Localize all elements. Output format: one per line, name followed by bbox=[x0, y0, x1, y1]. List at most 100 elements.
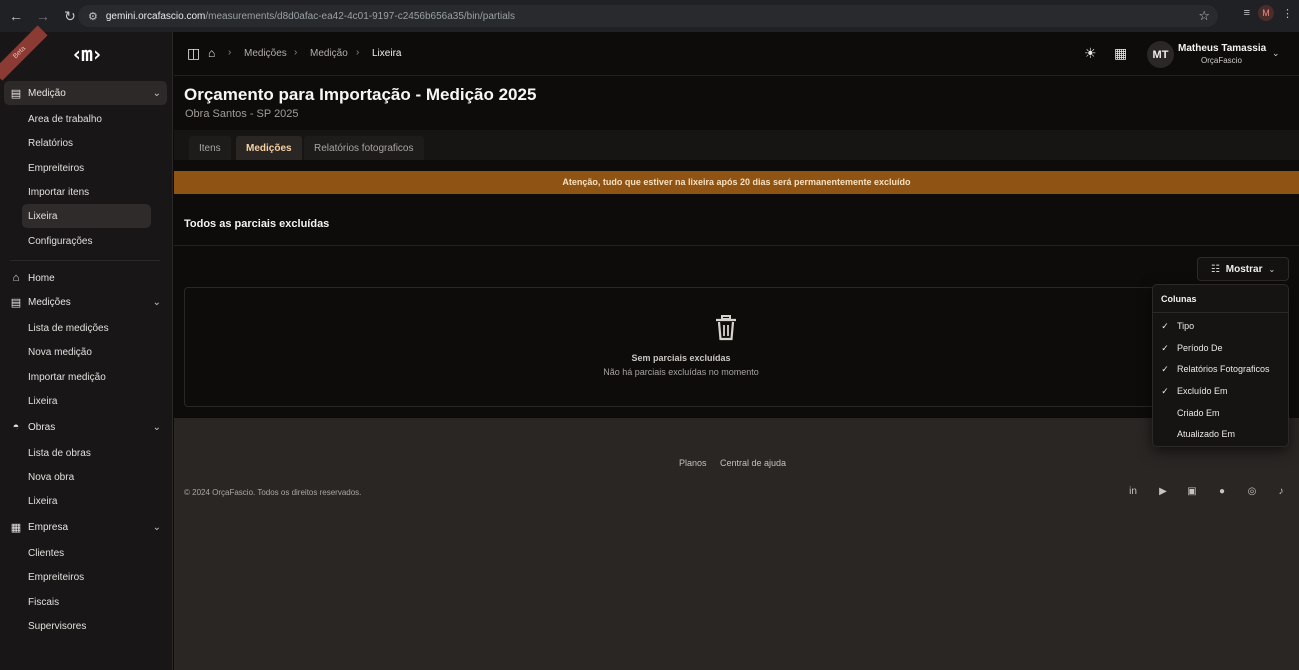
theme-toggle-icon[interactable]: ☀ bbox=[1084, 45, 1097, 62]
columns-dropdown-header: Colunas bbox=[1161, 294, 1197, 304]
footer-link-central-de-ajuda[interactable]: Central de ajuda bbox=[720, 458, 786, 468]
browser-menu-icon[interactable]: ⋮ bbox=[1282, 7, 1293, 20]
document-icon: ▤ bbox=[10, 87, 22, 100]
sidebar-group-medicoes[interactable]: ▤ Medições ⌄ bbox=[4, 290, 167, 314]
sidebar-group-label: Medições bbox=[28, 296, 71, 308]
show-columns-label: Mostrar bbox=[1225, 263, 1263, 275]
document-icon: ▤ bbox=[10, 296, 22, 309]
tab-relatorios-fotograficos[interactable]: Relatórios fotograficos bbox=[304, 136, 424, 160]
media-control-icon[interactable]: ≡ bbox=[1244, 7, 1250, 19]
sidebar-item-clientes[interactable]: Clientes bbox=[22, 541, 151, 565]
profile-avatar[interactable]: M bbox=[1258, 5, 1274, 21]
sidebar-item-nova-obra[interactable]: Nova obra bbox=[22, 465, 151, 489]
sidebar-item-empreiteiros-empresa[interactable]: Empreiteiros bbox=[22, 565, 151, 589]
column-option-excluido-em[interactable]: ✓ Excluído Em bbox=[1153, 381, 1288, 401]
column-option-tipo[interactable]: ✓ Tipo bbox=[1153, 316, 1288, 336]
breadcrumb-lixeira: Lixeira bbox=[372, 48, 402, 59]
bookmark-star-icon[interactable]: ☆ bbox=[1198, 8, 1210, 24]
column-option-periodo-de[interactable]: ✓ Período De bbox=[1153, 338, 1288, 358]
sidebar-item-configuracoes[interactable]: Configurações bbox=[22, 229, 151, 253]
sidebar-item-home[interactable]: ⌂ Home bbox=[4, 266, 167, 290]
column-option-relatorios-fotograficos[interactable]: ✓ Relatórios Fotograficos bbox=[1153, 359, 1288, 379]
breadcrumb-separator-icon: › bbox=[228, 47, 232, 58]
sidebar-item-nova-medicao[interactable]: Nova medição bbox=[22, 340, 151, 364]
sliders-icon: ☷ bbox=[1210, 263, 1220, 275]
user-org: OrçaFascio bbox=[1201, 56, 1242, 65]
chevron-down-icon[interactable]: ⌄ bbox=[1272, 48, 1280, 59]
sidebar: Beta ‹m› ▤ Medição ⌄ Area de trabalho Re… bbox=[0, 25, 173, 670]
warning-banner: Atenção, tudo que estiver na lixeira apó… bbox=[174, 171, 1299, 194]
page-title: Orçamento para Importação - Medição 2025 bbox=[184, 85, 537, 104]
sidebar-divider bbox=[10, 260, 160, 261]
column-option-criado-em[interactable]: Criado Em bbox=[1153, 403, 1288, 423]
url-host: gemini.orcafascio.com bbox=[105, 10, 206, 22]
page-subtitle: Obra Santos - SP 2025 bbox=[185, 108, 299, 120]
show-columns-button[interactable]: ☷ Mostrar ⌄ bbox=[1197, 257, 1289, 281]
sidebar-item-fiscais[interactable]: Fiscais bbox=[22, 590, 151, 614]
empty-state-description: Não há parciais excluídas no momento bbox=[603, 367, 759, 377]
beta-ribbon: Beta bbox=[0, 25, 48, 81]
site-info-icon[interactable]: ⚙ bbox=[88, 10, 98, 23]
sidebar-group-obras[interactable]: ◓ Obras ⌄ bbox=[4, 415, 167, 439]
sidebar-toggle-icon[interactable]: ◫ bbox=[187, 45, 200, 62]
breadcrumb-separator-icon: › bbox=[356, 47, 360, 58]
tab-medicoes[interactable]: Medições bbox=[236, 136, 302, 160]
sidebar-item-lista-de-obras[interactable]: Lista de obras bbox=[22, 441, 151, 465]
sidebar-group-label: Medição bbox=[28, 87, 66, 99]
sidebar-item-lixeira-obras[interactable]: Lixeira bbox=[22, 489, 151, 513]
column-option-label: Período De bbox=[1177, 343, 1223, 353]
footer-link-planos[interactable]: Planos bbox=[679, 458, 707, 468]
app-logo[interactable]: ‹m› bbox=[66, 42, 106, 66]
home-icon: ⌂ bbox=[12, 272, 20, 284]
sidebar-item-supervisores[interactable]: Supervisores bbox=[22, 614, 151, 638]
linkedin-icon[interactable]: in bbox=[1127, 486, 1139, 498]
sidebar-item-lixeira[interactable]: Lixeira bbox=[22, 204, 151, 228]
sidebar-item-lixeira-medicoes[interactable]: Lixeira bbox=[22, 389, 151, 413]
home-breadcrumb-icon[interactable]: ⌂ bbox=[208, 46, 215, 60]
column-option-label: Tipo bbox=[1177, 321, 1195, 331]
user-name[interactable]: Matheus Tamassia bbox=[1178, 43, 1266, 54]
check-icon: ✓ bbox=[1161, 385, 1169, 396]
chevron-down-icon: ⌄ bbox=[152, 421, 161, 433]
forward-icon[interactable]: → bbox=[32, 5, 54, 27]
chevron-down-icon: ⌄ bbox=[152, 521, 161, 533]
copyright-text: © 2024 OrçaFascio. Todos os direitos res… bbox=[184, 488, 362, 497]
browser-actions: ≡ M ⋮ bbox=[1244, 5, 1293, 21]
sidebar-item-area-de-trabalho[interactable]: Area de trabalho bbox=[22, 107, 151, 131]
sidebar-item-importar-itens[interactable]: Importar itens bbox=[22, 180, 151, 204]
column-option-atualizado-em[interactable]: Atualizado Em bbox=[1153, 424, 1288, 444]
sidebar-group-medicao[interactable]: ▤ Medição ⌄ bbox=[4, 81, 167, 105]
check-icon: ✓ bbox=[1161, 342, 1169, 353]
sidebar-item-relatorios[interactable]: Relatórios bbox=[22, 131, 151, 155]
sidebar-group-label: Obras bbox=[28, 421, 56, 433]
back-icon[interactable]: ← bbox=[5, 5, 27, 27]
browser-toolbar: ← → ↻ ⚙ gemini.orcafascio.com/measuremen… bbox=[0, 0, 1299, 32]
sidebar-group-empresa[interactable]: ▦ Empresa ⌄ bbox=[4, 515, 167, 539]
building-icon: ▦ bbox=[10, 521, 22, 534]
chevron-down-icon: ⌄ bbox=[152, 296, 161, 308]
sidebar-item-empreiteiros[interactable]: Empreiteiros bbox=[22, 156, 151, 180]
trash-icon bbox=[716, 315, 736, 341]
check-icon: ✓ bbox=[1161, 320, 1169, 331]
user-avatar[interactable]: MT bbox=[1147, 41, 1174, 68]
check-icon: ✓ bbox=[1161, 363, 1169, 374]
sidebar-item-importar-medicao[interactable]: Importar medição bbox=[22, 365, 151, 389]
url-path: /measurements/d8d0afac-ea42-4c01-9197-c2… bbox=[205, 10, 516, 22]
breadcrumb-medicoes[interactable]: Medições bbox=[244, 48, 287, 59]
breadcrumb-medicao[interactable]: Medição bbox=[310, 48, 348, 59]
dropdown-divider bbox=[1153, 312, 1288, 313]
youtube-icon[interactable]: ▣ bbox=[1186, 486, 1198, 498]
instagram-icon[interactable]: ◎ bbox=[1246, 486, 1258, 498]
main-content: ◫ ⌂ › Medições › Medição › Lixeira ☀ ▦ M… bbox=[174, 32, 1299, 670]
play-icon[interactable]: ▶ bbox=[1157, 486, 1169, 498]
empty-state-title: Sem parciais excluídas bbox=[631, 353, 731, 363]
sidebar-item-label: Home bbox=[28, 272, 55, 284]
tab-itens[interactable]: Itens bbox=[189, 136, 231, 160]
column-option-label: Excluído Em bbox=[1177, 386, 1228, 396]
column-option-label: Atualizado Em bbox=[1177, 429, 1236, 439]
address-bar[interactable]: ⚙ gemini.orcafascio.com/measurements/d8d… bbox=[78, 5, 1218, 27]
apps-grid-icon[interactable]: ▦ bbox=[1114, 45, 1127, 62]
sidebar-item-lista-de-medicoes[interactable]: Lista de medições bbox=[22, 316, 151, 340]
tiktok-icon[interactable]: ♪ bbox=[1275, 486, 1287, 498]
facebook-icon[interactable]: ● bbox=[1216, 486, 1228, 498]
